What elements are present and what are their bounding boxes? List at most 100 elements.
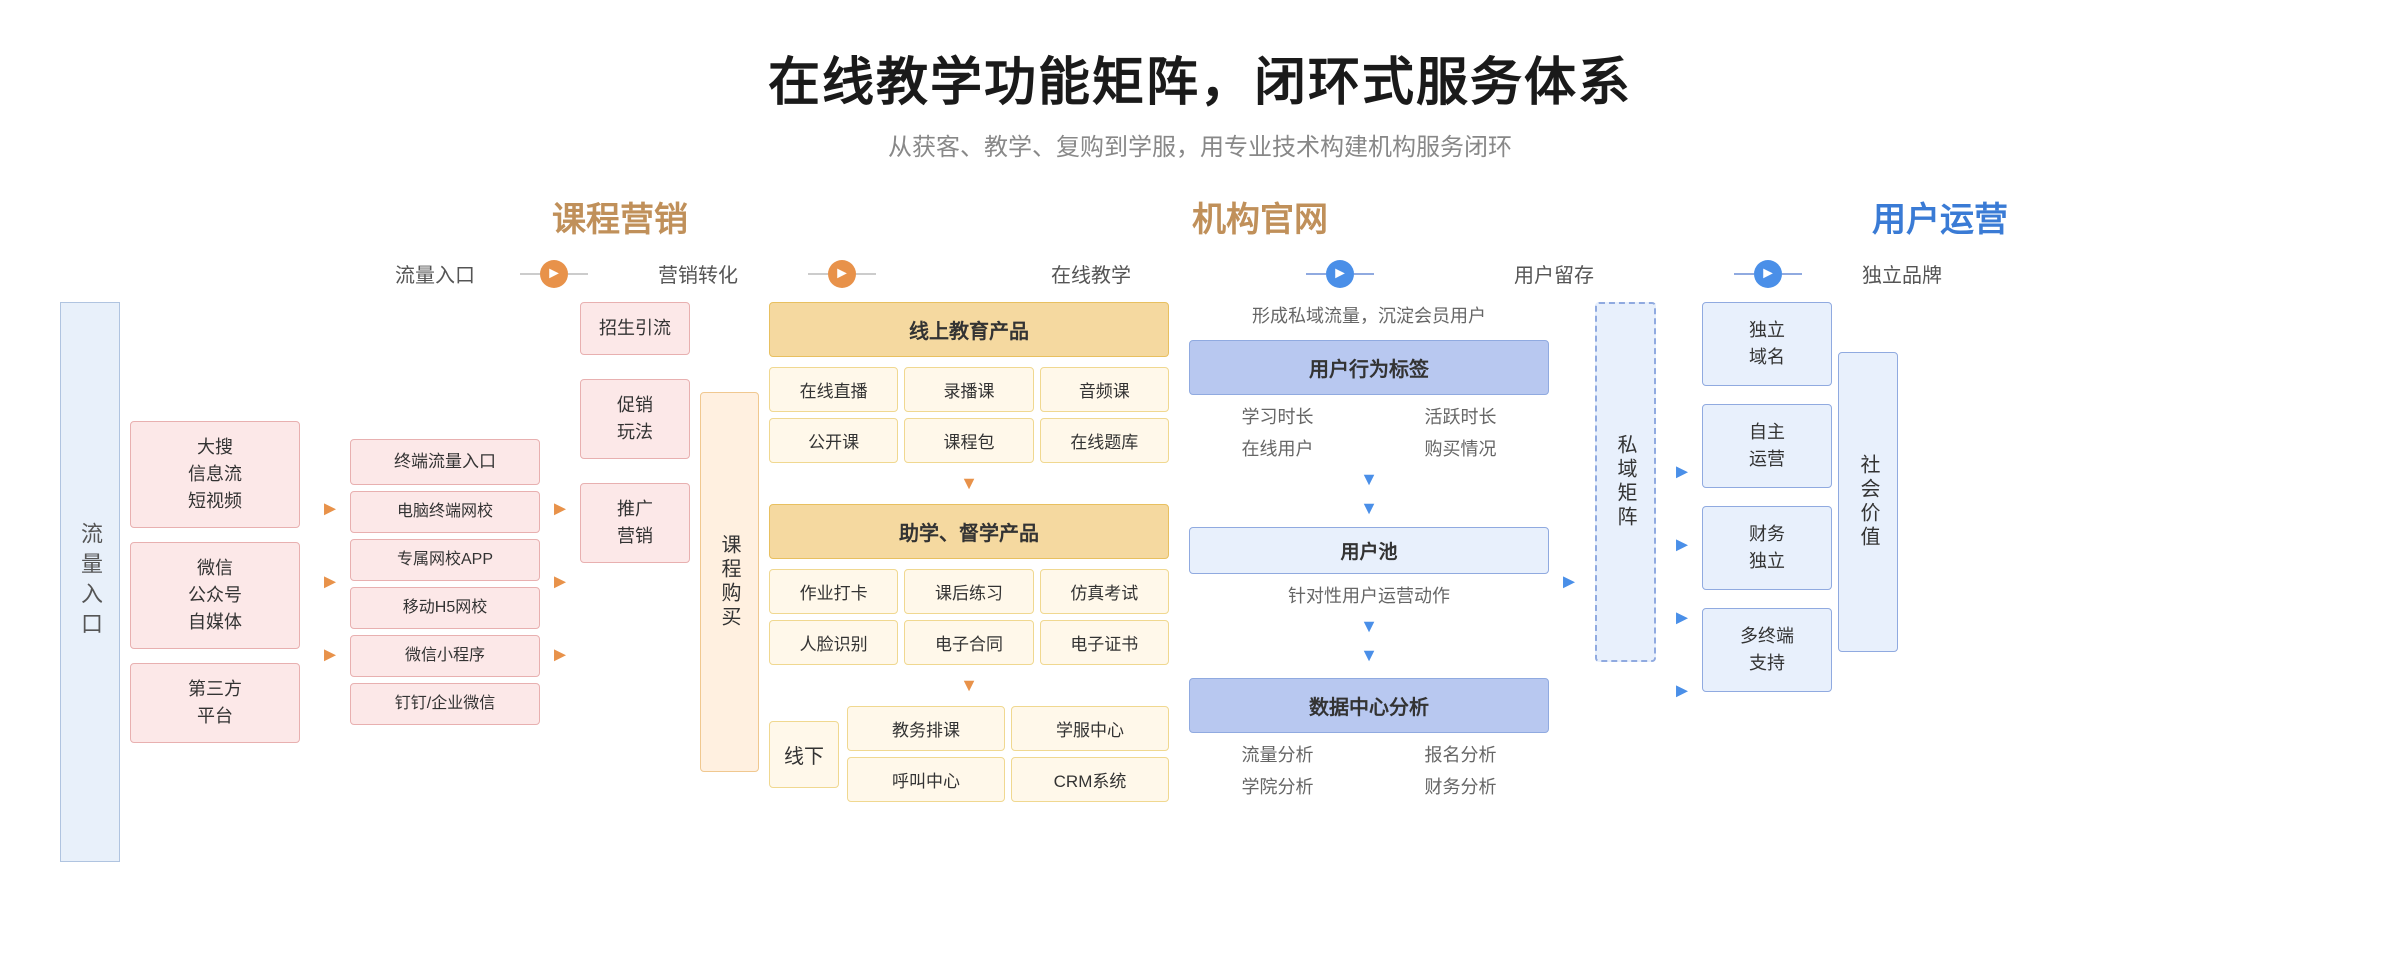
- assist-grid: 作业打卡 课后练习 仿真考试 人脸识别 电子合同 电子证书: [769, 569, 1169, 665]
- arrow-col-2: ► ► ►: [540, 302, 580, 862]
- purchase-label: 课程购买: [700, 392, 759, 772]
- private-section: 私域矩阵: [1589, 302, 1662, 662]
- tag-item-1: 活跃时长: [1372, 403, 1549, 429]
- online-section: 线上教育产品 在线直播 录播课 音频课 公开课 课程包 在线题库 ▼ 助学、督学…: [769, 302, 1169, 862]
- category-kecheng: 课程营销: [552, 201, 688, 239]
- data-item-3: 财务分析: [1372, 773, 1549, 799]
- online-item-5: 在线题库: [1040, 418, 1169, 463]
- spacer-1: [1169, 302, 1189, 862]
- online-header: 线上教育产品: [769, 302, 1169, 357]
- social-col: 社会价值: [1832, 302, 1904, 702]
- flow-label-pinpai: 独立品牌: [1802, 259, 2002, 288]
- traffic-item-2: 第三方平台: [130, 663, 300, 743]
- flow-arrow-1: ►: [540, 260, 568, 288]
- offline-item-3: CRM系统: [1011, 757, 1169, 802]
- left-label: 流量入口: [60, 302, 120, 862]
- arrow-1-mid: ►: [320, 571, 340, 594]
- traffic-section: 大搜信息流短视频 微信公众号自媒体 第三方平台: [120, 302, 310, 862]
- brand-item-1: 自主运营: [1702, 404, 1832, 488]
- mkt-item-0: 终端流量入口: [350, 439, 540, 485]
- page-subtitle: 从获客、教学、复购到学服，用专业技术构建机构服务闭环: [60, 127, 2340, 162]
- page-title: 在线教学功能矩阵，闭环式服务体系: [60, 40, 2340, 115]
- category-jigou: 机构官网: [1192, 201, 1328, 239]
- brand-item-2: 财务独立: [1702, 506, 1832, 590]
- brand-col: 独立域名 自主运营 财务独立 多终端支持: [1702, 302, 1832, 862]
- down-arrow-1: ▼: [769, 473, 1169, 494]
- sales-item-2: 推广营销: [580, 483, 690, 563]
- down-arrow-blue-2: ▼: [1189, 498, 1549, 519]
- offline-item-0: 教务排课: [847, 706, 1005, 751]
- flow-label-yingxiao: 营销转化: [588, 259, 808, 288]
- arrow-2-bot: ►: [550, 644, 570, 667]
- assist-item-0: 作业打卡: [769, 569, 898, 614]
- arrow-1-bot: ►: [320, 644, 340, 667]
- arrow-1-top: ►: [320, 498, 340, 521]
- traffic-item-0: 大搜信息流短视频: [130, 421, 300, 528]
- arrow-4-1: ►: [1672, 534, 1692, 557]
- tag-item-2: 在线用户: [1189, 435, 1366, 461]
- online-item-1: 录播课: [904, 367, 1033, 412]
- tag-item-3: 购买情况: [1372, 435, 1549, 461]
- down-arrow-blue-4: ▼: [1189, 645, 1549, 666]
- vertical-purchase: 课程购买: [700, 302, 759, 862]
- main-content: 流量入口 大搜信息流短视频 微信公众号自媒体 第三方平台 ► ► ► 终端流量入…: [60, 302, 2340, 862]
- mkt-item-2: 专属网校APP: [350, 539, 540, 581]
- arrow-col-3: ►: [1549, 302, 1589, 862]
- header: 在线教学功能矩阵，闭环式服务体系 从获客、教学、复购到学服，用专业技术构建机构服…: [60, 40, 2340, 162]
- tag-item-0: 学习时长: [1189, 403, 1366, 429]
- mkt-item-1: 电脑终端网校: [350, 491, 540, 533]
- sales-item-0: 招生引流: [580, 302, 690, 355]
- flow-label-liuliang: 流量入口: [350, 259, 520, 288]
- arrow-4-3: ►: [1672, 680, 1692, 703]
- assist-item-2: 仿真考试: [1040, 569, 1169, 614]
- assist-item-4: 电子合同: [904, 620, 1033, 665]
- user-note: 形成私域流量，沉淀会员用户: [1189, 302, 1549, 328]
- private-label: 私域矩阵: [1595, 302, 1656, 662]
- down-arrow-2: ▼: [769, 675, 1169, 696]
- traffic-items: 大搜信息流短视频 微信公众号自媒体 第三方平台: [130, 421, 300, 743]
- online-item-3: 公开课: [769, 418, 898, 463]
- data-item-0: 流量分析: [1189, 741, 1366, 767]
- traffic-item-1: 微信公众号自媒体: [130, 542, 300, 649]
- user-tag-header: 用户行为标签: [1189, 340, 1549, 395]
- social-label: 社会价值: [1838, 352, 1898, 652]
- user-tag-grid: 学习时长 活跃时长 在线用户 购买情况: [1189, 403, 1549, 461]
- user-pool-sub: 针对性用户运营动作: [1189, 582, 1549, 608]
- mkt-item-4: 微信小程序: [350, 635, 540, 677]
- down-arrow-blue-1: ▼: [1189, 469, 1549, 490]
- user-zone: 形成私域流量，沉淀会员用户 用户行为标签 学习时长 活跃时长 在线用户 购买情况…: [1189, 302, 1549, 862]
- flow-label-yonghu: 用户留存: [1374, 259, 1734, 288]
- mkt-item-5: 钉钉/企业微信: [350, 683, 540, 725]
- data-item-1: 报名分析: [1372, 741, 1549, 767]
- arrow-col-1: ► ► ►: [310, 302, 350, 862]
- data-item-2: 学院分析: [1189, 773, 1366, 799]
- flow-label-zaixian: 在线教学: [876, 259, 1306, 288]
- online-item-4: 课程包: [904, 418, 1033, 463]
- flow-arrow-2: ►: [828, 260, 856, 288]
- assist-item-5: 电子证书: [1040, 620, 1169, 665]
- sales-col: 招生引流 促销玩法 推广营销: [580, 302, 690, 862]
- arrow-4-2: ►: [1672, 607, 1692, 630]
- arrow-3: ►: [1559, 571, 1579, 594]
- arrow-2-top: ►: [550, 498, 570, 521]
- offline-item-2: 呼叫中心: [847, 757, 1005, 802]
- offline-item-1: 学服中心: [1011, 706, 1169, 751]
- down-arrow-blue-3: ▼: [1189, 616, 1549, 637]
- online-item-0: 在线直播: [769, 367, 898, 412]
- online-item-2: 音频课: [1040, 367, 1169, 412]
- mkt-item-3: 移动H5网校: [350, 587, 540, 629]
- arrow-col-4: ► ► ► ►: [1662, 302, 1702, 862]
- arrow-2-mid: ►: [550, 571, 570, 594]
- arrow-4-0: ►: [1672, 461, 1692, 484]
- assist-item-1: 课后练习: [904, 569, 1033, 614]
- assist-header: 助学、督学产品: [769, 504, 1169, 559]
- offline-label: 线下: [769, 721, 839, 788]
- brand-item-3: 多终端支持: [1702, 608, 1832, 692]
- brand-item-0: 独立域名: [1702, 302, 1832, 386]
- offline-grid: 教务排课 学服中心 呼叫中心 CRM系统: [847, 706, 1169, 802]
- flow-arrow-3: ►: [1326, 260, 1354, 288]
- data-grid: 流量分析 报名分析 学院分析 财务分析: [1189, 741, 1549, 799]
- sales-item-1: 促销玩法: [580, 379, 690, 459]
- offline-row: 线下 教务排课 学服中心 呼叫中心 CRM系统: [769, 706, 1169, 802]
- online-grid: 在线直播 录播课 音频课 公开课 课程包 在线题库: [769, 367, 1169, 463]
